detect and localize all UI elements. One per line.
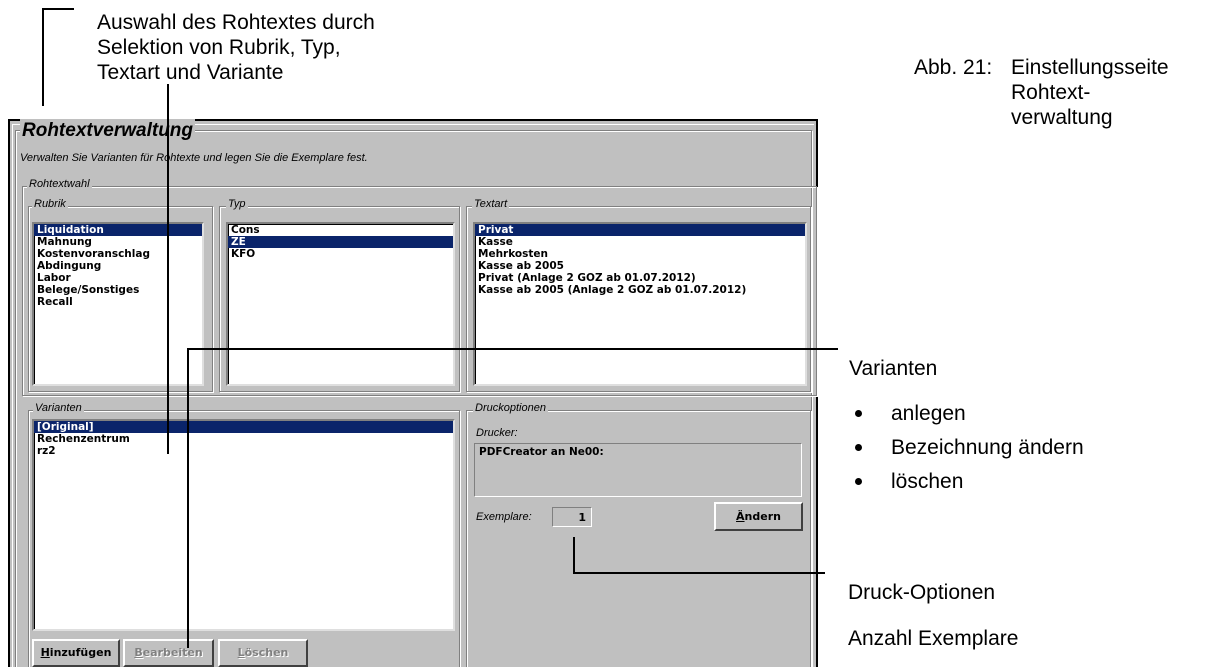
list-item[interactable]: Belege/Sonstiges: [34, 284, 202, 296]
change-button-accel: Ä: [736, 510, 745, 523]
callout-line: [187, 348, 189, 648]
figure-number: Abb. 21:: [914, 56, 993, 79]
print-options-annotation: Druck-Optionen: [848, 581, 996, 604]
copies-annotation: Anzahl Exemplare: [848, 627, 1019, 650]
delete-button[interactable]: Löschen: [218, 639, 308, 667]
list-item[interactable]: Rechenzentrum: [34, 433, 453, 445]
list-item[interactable]: Kasse: [475, 236, 805, 248]
selection-caption-line: Selektion von Rubrik, Typ,: [97, 36, 341, 59]
callout-line: [167, 84, 169, 454]
callout-line: [573, 572, 825, 574]
bullet-icon: [855, 444, 862, 451]
variants-annotation-title: Varianten: [849, 357, 938, 380]
list-item[interactable]: Liquidation: [34, 224, 202, 236]
list-item[interactable]: Cons: [228, 224, 453, 236]
figure-caption-line: Rohtext-: [1011, 81, 1091, 104]
list-item[interactable]: Kasse ab 2005 (Anlage 2 GOZ ab 01.07.201…: [475, 284, 805, 296]
list-item[interactable]: KFO: [228, 248, 453, 260]
callout-line: [42, 8, 74, 10]
list-item[interactable]: Kostenvoranschlag: [34, 248, 202, 260]
edit-button[interactable]: Bearbeiten: [123, 639, 214, 667]
list-item[interactable]: Privat (Anlage 2 GOZ ab 01.07.2012): [475, 272, 805, 284]
figure-caption: Einstellungsseite Rohtext- verwaltung: [1011, 55, 1169, 130]
list-item[interactable]: Recall: [34, 296, 202, 308]
add-button-accel: H: [40, 646, 50, 659]
callout-line: [187, 348, 838, 350]
figure-caption-line: Einstellungsseite: [1011, 56, 1169, 79]
exemplare-value: 1: [578, 511, 586, 524]
edit-button-label: earbeiten: [142, 646, 203, 659]
add-button[interactable]: Hinzufügen: [32, 639, 120, 667]
varianten-label: Varianten: [33, 402, 84, 415]
change-button-label: ndern: [744, 510, 781, 523]
add-button-label: inzufügen: [49, 646, 112, 659]
variants-bullet: Bezeichnung ändern: [891, 436, 1084, 459]
list-item[interactable]: Privat: [475, 224, 805, 236]
list-item[interactable]: Kasse ab 2005: [475, 260, 805, 272]
list-item[interactable]: Mahnung: [34, 236, 202, 248]
rubrik-listbox[interactable]: Liquidation Mahnung Kostenvoranschlag Ab…: [32, 222, 204, 386]
druckoptionen-label: Druckoptionen: [473, 402, 548, 415]
list-item[interactable]: Abdingung: [34, 260, 202, 272]
selection-caption: Auswahl des Rohtextes durch Selektion vo…: [97, 10, 375, 85]
rubrik-label: Rubrik: [32, 198, 68, 211]
selection-caption-line: Textart und Variante: [97, 61, 284, 84]
variants-bullet: löschen: [891, 470, 964, 493]
typ-label: Typ: [226, 198, 248, 211]
typ-listbox[interactable]: Cons ZE KFO: [226, 222, 455, 386]
list-item[interactable]: ZE: [228, 236, 453, 248]
list-item[interactable]: Labor: [34, 272, 202, 284]
list-item[interactable]: rz2: [34, 445, 453, 457]
drucker-value: PDFCreator an Ne00:: [479, 446, 604, 458]
list-item[interactable]: [Original]: [34, 421, 453, 433]
selection-caption-line: Auswahl des Rohtextes durch: [97, 11, 375, 34]
rohtextwahl-label: Rohtextwahl: [27, 178, 92, 191]
page-subtitle: Verwalten Sie Varianten für Rohtexte und…: [20, 152, 368, 164]
drucker-field: PDFCreator an Ne00:: [474, 443, 802, 497]
bullet-icon: [855, 410, 862, 417]
varianten-listbox[interactable]: [Original] Rechenzentrum rz2: [32, 419, 455, 631]
delete-button-accel: L: [237, 646, 245, 659]
textart-label: Textart: [472, 198, 510, 211]
variants-bullet: anlegen: [891, 402, 966, 425]
exemplare-label: Exemplare:: [476, 511, 532, 523]
textart-listbox[interactable]: Privat Kasse Mehrkosten Kasse ab 2005 Pr…: [473, 222, 807, 386]
drucker-label: Drucker:: [476, 427, 518, 439]
delete-button-label: öschen: [244, 646, 289, 659]
change-button[interactable]: Ändern: [714, 502, 803, 531]
edit-button-accel: B: [134, 646, 143, 659]
callout-line: [573, 537, 575, 574]
bullet-icon: [855, 478, 862, 485]
callout-line: [42, 8, 44, 106]
figure-caption-line: verwaltung: [1011, 106, 1113, 129]
list-item[interactable]: Mehrkosten: [475, 248, 805, 260]
exemplare-field[interactable]: 1: [552, 507, 592, 527]
